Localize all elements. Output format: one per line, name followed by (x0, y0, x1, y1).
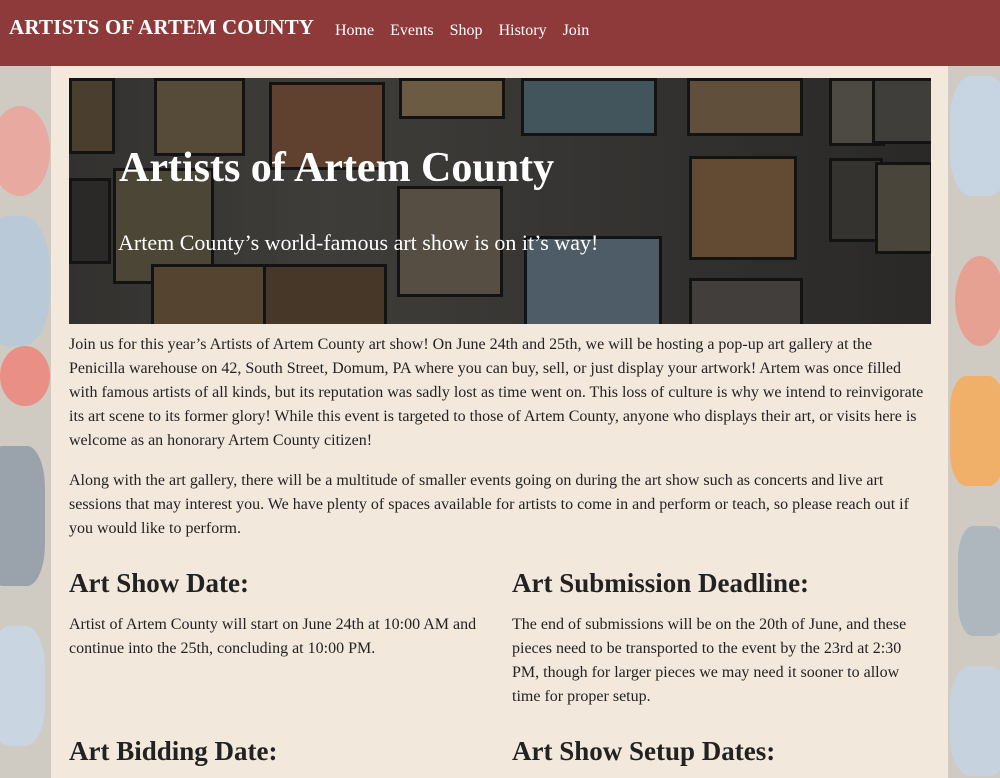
art-bidding-date-section: Art Bidding Date: (69, 736, 489, 767)
art-submission-deadline-text: The end of submissions will be on the 20… (512, 616, 907, 705)
art-show-date-text: Artist of Artem County will start on Jun… (69, 616, 477, 657)
hero-title: Artists of Artem County (119, 145, 555, 191)
hero-subtitle: Artem County’s world-famous art show is … (118, 230, 599, 255)
art-submission-deadline-heading: Art Submission Deadline: (512, 568, 810, 598)
art-bidding-date-heading: Art Bidding Date: (69, 736, 278, 766)
art-submission-deadline-section: Art Submission Deadline: The end of subm… (512, 568, 922, 709)
art-show-date-heading: Art Show Date: (69, 568, 249, 598)
top-navbar: ARTISTS OF ARTEM COUNTY Home Events Shop… (0, 0, 1000, 66)
intro-paragraph-2: Along with the art gallery, there will b… (69, 472, 909, 537)
nav-link-history[interactable]: History (499, 22, 547, 40)
nav-link-home[interactable]: Home (335, 22, 374, 40)
nav-link-join[interactable]: Join (563, 22, 590, 40)
hero-banner: Artists of Artem County Artem County’s w… (69, 78, 931, 324)
art-show-setup-dates-section: Art Show Setup Dates: (512, 736, 932, 767)
intro-paragraph-1: Join us for this year’s Artists of Artem… (69, 336, 924, 449)
nav-link-shop[interactable]: Shop (450, 22, 483, 40)
nav-links: Home Events Shop History Join (335, 22, 589, 40)
main-content: Artists of Artem County Artem County’s w… (51, 66, 948, 778)
nav-link-events[interactable]: Events (390, 22, 434, 40)
art-show-setup-dates-heading: Art Show Setup Dates: (512, 736, 776, 766)
art-show-date-section: Art Show Date: Artist of Artem County wi… (69, 568, 489, 661)
site-brand[interactable]: ARTISTS OF ARTEM COUNTY (9, 15, 314, 40)
